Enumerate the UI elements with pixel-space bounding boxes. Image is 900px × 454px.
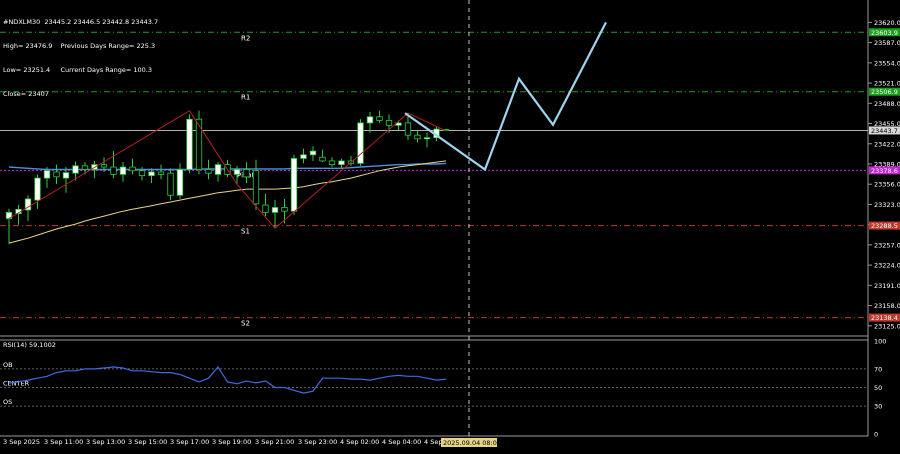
- candle-body: [34, 177, 41, 201]
- rsi-level-label: OB: [3, 361, 13, 369]
- ohlc-info-panel: #NDXLM30 23445.2 23446.5 23442.8 23443.7…: [3, 2, 158, 114]
- rsi-level-label: OS: [3, 398, 12, 406]
- level-label-r2: R2: [241, 34, 250, 42]
- rsi-tick-label: 50: [874, 384, 882, 392]
- level-price-tag-text: 23288.5: [871, 222, 898, 230]
- price-tick-label: 23587.0: [874, 39, 900, 47]
- candle-body: [366, 116, 374, 124]
- candle-body: [72, 165, 79, 174]
- price-tick-label: 23257.0: [874, 241, 900, 249]
- candle-body: [262, 204, 269, 213]
- rsi-title: RSI(14) 59.1002: [3, 341, 56, 349]
- price-tick-label: 23521.0: [874, 80, 900, 88]
- candle-body: [243, 169, 250, 178]
- candle-body: [290, 158, 298, 212]
- candle-body: [81, 165, 89, 170]
- candle-body: [328, 160, 336, 165]
- time-tick-label: 3 Sep 23:00: [298, 438, 337, 446]
- info-line-high: High= 23476.9 Previous Days Range= 225.3: [3, 42, 156, 50]
- candle-body: [376, 116, 383, 121]
- candle-body: [271, 207, 279, 213]
- time-tick-label: 4 Sep: [424, 438, 442, 446]
- candle-body: [385, 120, 393, 126]
- time-tick-label: 3 Sep 19:00: [212, 438, 251, 446]
- price-tick-label: 23422.0: [874, 140, 900, 148]
- price-tick-label: 23620.0: [874, 19, 900, 27]
- current-price-tag-text: 23443.7: [871, 127, 898, 135]
- level-price-tag-text: 23378.6: [871, 167, 898, 175]
- candle-body: [110, 166, 117, 175]
- candle-body: [281, 207, 288, 212]
- time-tick-label: 3 Sep 2025: [3, 438, 40, 446]
- rsi-line: [8, 365, 447, 394]
- candle-body: [357, 122, 364, 164]
- time-tick-label: 3 Sep 15:00: [128, 438, 167, 446]
- candle-body: [53, 171, 60, 178]
- rsi-tick-label: 0: [874, 431, 878, 439]
- candle-body: [119, 166, 127, 175]
- rsi-tick-label: 100: [874, 338, 886, 346]
- time-tick-label: 3 Sep 11:00: [44, 438, 83, 446]
- price-tick-label: 23323.0: [874, 201, 900, 209]
- candle-body: [62, 172, 70, 179]
- level-label-r1: R1: [241, 94, 250, 102]
- candle-body: [43, 170, 51, 179]
- time-tick-label: 3 Sep 21:00: [255, 438, 294, 446]
- level-price-tag-text: 23138.4: [871, 314, 898, 322]
- time-tick-label: 4 Sep 04:00: [382, 438, 421, 446]
- candle-body: [138, 170, 146, 177]
- chart: #NDXLM30 23445.2 23446.5 23442.8 23443.7…: [0, 0, 900, 450]
- price-tick-label: 23554.0: [874, 59, 900, 67]
- candle-body: [157, 171, 165, 175]
- candle-body: [233, 169, 241, 175]
- candle-body: [423, 137, 431, 140]
- level-price-tag-text: 23603.9: [871, 29, 898, 37]
- candle-body: [100, 164, 108, 168]
- candle-body: [148, 171, 155, 177]
- price-tick-label: 23224.0: [874, 262, 900, 270]
- candle-body: [195, 118, 203, 170]
- candle-body: [214, 164, 222, 175]
- candle-body: [167, 172, 174, 196]
- level-label-s1: S1: [241, 228, 250, 236]
- candle-body: [129, 166, 136, 172]
- candle-body: [205, 169, 212, 174]
- candle-body: [338, 160, 345, 165]
- time-tick-label: 4 Sep 02:00: [340, 438, 379, 446]
- candle-body: [300, 154, 307, 159]
- info-line-symbol: #NDXLM30 23445.2 23446.5 23442.8 23443.7: [3, 18, 159, 26]
- candle-body: [319, 156, 326, 162]
- rsi-tick-label: 70: [874, 365, 882, 373]
- rsi-tick-label: 30: [874, 403, 882, 411]
- forecast-projection-line: [404, 21, 607, 172]
- info-line-close: Close= 23407: [3, 90, 49, 98]
- level-label-s2: S2: [241, 320, 250, 328]
- price-tick-label: 23191.0: [874, 282, 900, 290]
- price-tick-label: 23125.0: [874, 322, 900, 330]
- price-tick-label: 23356.0: [874, 181, 900, 189]
- time-tick-label: 3 Sep 17:00: [170, 438, 209, 446]
- candle-body: [414, 134, 421, 140]
- candle-body: [252, 170, 260, 205]
- candle-body: [186, 118, 193, 170]
- candle-body: [404, 122, 412, 136]
- price-tick-label: 23158.0: [874, 302, 900, 310]
- cursor-time-tag-text: 2025.09.04 08:00: [443, 439, 501, 447]
- level-price-tag-text: 23506.9: [871, 88, 898, 96]
- price-tick-label: 23488.0: [874, 100, 900, 108]
- candle-body: [309, 150, 317, 156]
- info-line-low: Low= 23251.4 Current Days Range= 100.3: [3, 66, 153, 74]
- candle-body: [176, 169, 184, 196]
- time-tick-label: 3 Sep 13:00: [86, 438, 125, 446]
